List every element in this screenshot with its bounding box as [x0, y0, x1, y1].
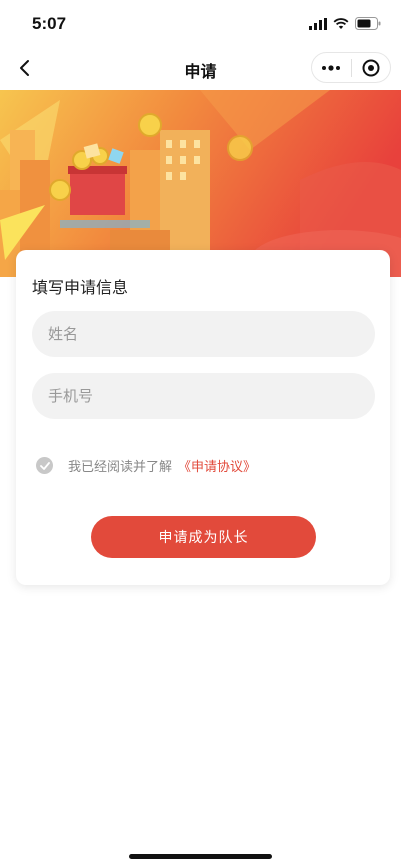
wifi-icon: [333, 17, 349, 29]
target-close-icon: [362, 59, 380, 76]
close-miniprogram-button[interactable]: [352, 53, 391, 82]
status-bar: 5:07: [0, 0, 401, 46]
agree-checkbox[interactable]: [36, 457, 53, 474]
home-indicator: [129, 854, 272, 859]
status-time: 5:07: [32, 14, 67, 33]
application-form-card: 填写申请信息 我已经阅读并了解 《申请协议》 申请成为队长: [16, 250, 390, 585]
more-dots-icon: [322, 64, 341, 71]
signal-icon: [309, 17, 327, 30]
navigation-bar: 申请: [0, 46, 401, 90]
agree-text: 我已经阅读并了解: [68, 460, 173, 475]
battery-icon: [355, 17, 381, 30]
apply-button[interactable]: 申请成为队长: [91, 516, 316, 558]
phone-input[interactable]: [32, 373, 375, 419]
header-banner: [0, 90, 401, 277]
system-icons: [309, 17, 381, 30]
agreement-row: 我已经阅读并了解 《申请协议》: [36, 456, 256, 475]
more-button[interactable]: [312, 53, 351, 82]
form-title: 填写申请信息: [32, 278, 129, 297]
check-icon: [39, 461, 50, 470]
city-coins-illustration: [0, 90, 401, 277]
mini-program-capsule: [311, 52, 391, 83]
name-input[interactable]: [32, 311, 375, 357]
agreement-link[interactable]: 《申请协议》: [178, 456, 256, 475]
